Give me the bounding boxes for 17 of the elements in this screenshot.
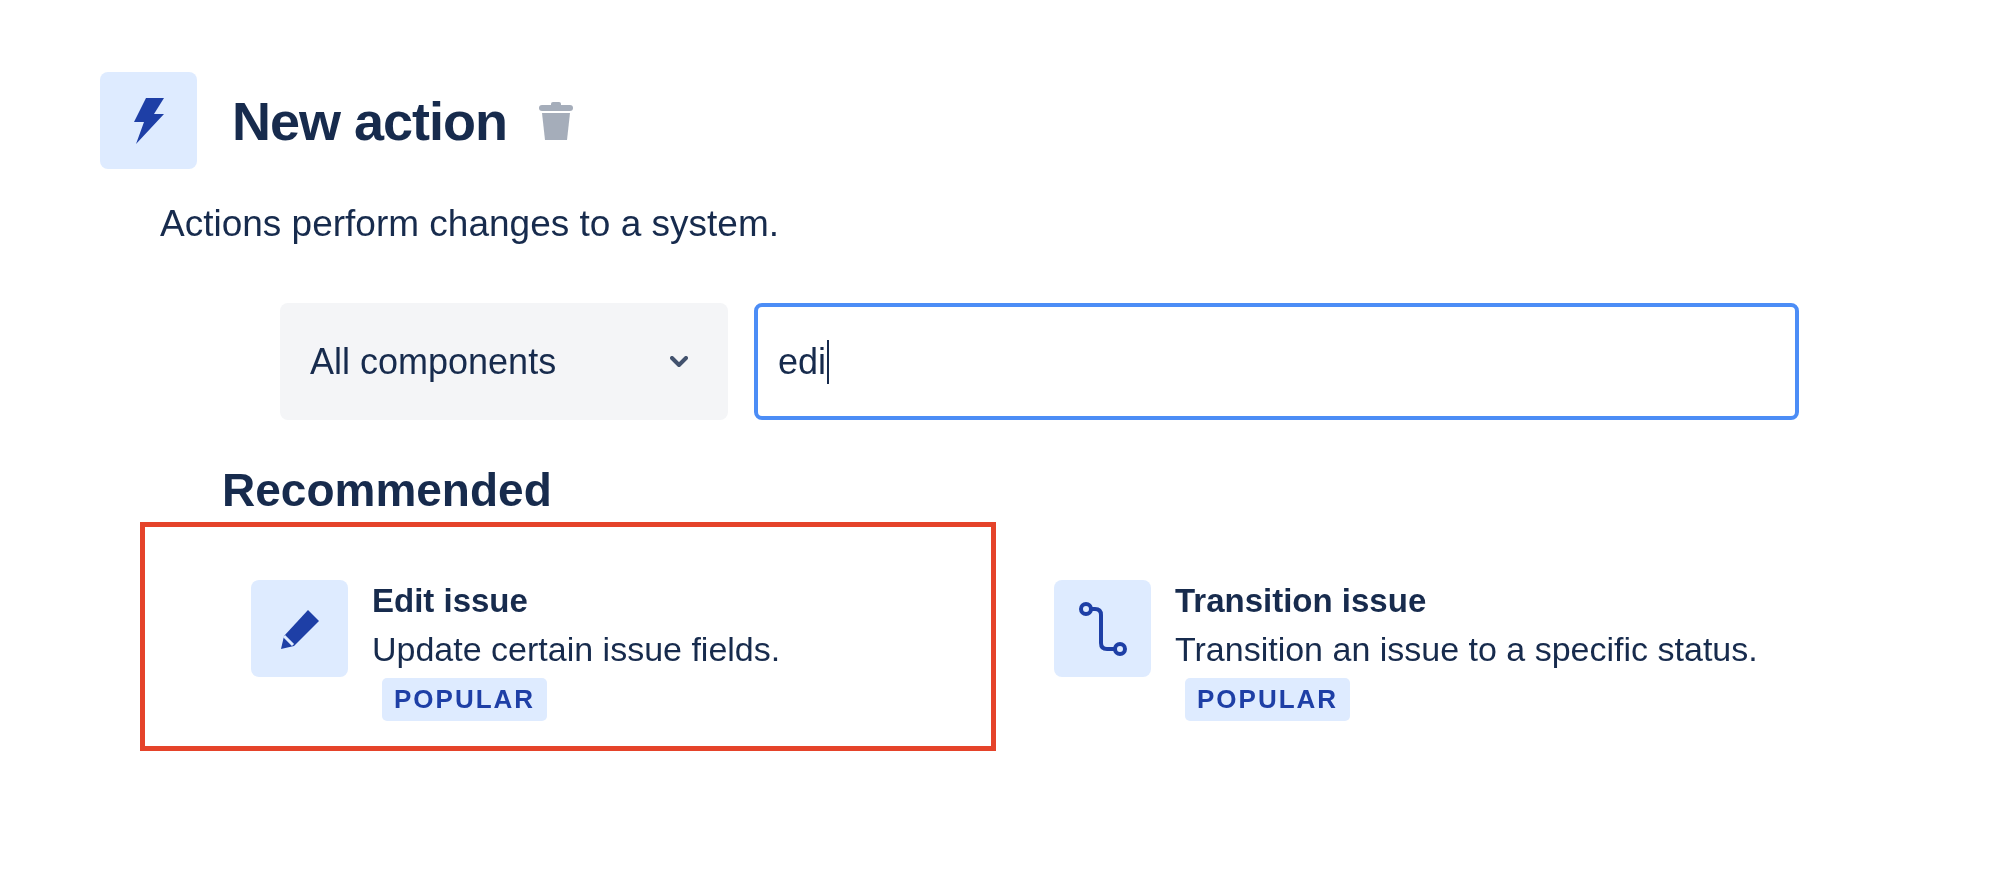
action-description: Actions perform changes to a system.: [160, 203, 780, 245]
popular-badge: POPULAR: [382, 678, 548, 721]
action-card-description: Update certain issue fields.: [372, 629, 781, 670]
highlighted-action-card[interactable]: Edit issue Update certain issue fields. POPULAR: [140, 522, 996, 751]
action-card-description: Transition an issue to a specific status.: [1175, 629, 1758, 670]
component-dropdown[interactable]: All components: [280, 303, 728, 420]
action-card-title: Edit issue: [372, 582, 529, 620]
search-field[interactable]: edi: [754, 303, 1799, 420]
trash-icon[interactable]: [539, 101, 574, 140]
action-title: New action: [232, 89, 508, 152]
connector-icon: [1077, 600, 1128, 657]
action-card[interactable]: Transition issue Transition an issue to a specific status. POPULAR: [996, 522, 1803, 751]
lightning-icon: [131, 97, 166, 144]
section-heading: Recommended: [222, 464, 553, 516]
action-card-title: Transition issue: [1175, 582, 1428, 620]
chevron-down-icon: [670, 355, 688, 368]
popular-badge: POPULAR: [1185, 678, 1351, 721]
